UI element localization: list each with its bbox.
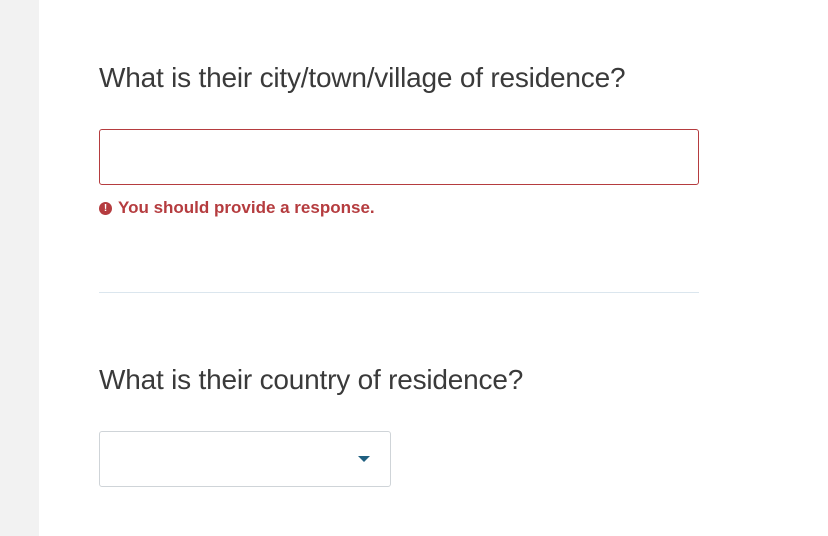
left-gutter — [0, 0, 39, 536]
city-question-label: What is their city/town/village of resid… — [99, 62, 626, 93]
exclamation-circle-icon: ! — [99, 201, 112, 215]
page: What is their city/town/village of resid… — [0, 0, 828, 536]
country-question-label: What is their country of residence? — [99, 364, 524, 395]
caret-down-icon[interactable] — [358, 456, 370, 462]
city-error-text: You should provide a response. — [118, 198, 375, 217]
section-divider — [99, 292, 699, 293]
country-select[interactable] — [99, 431, 391, 487]
city-error-message: ! You should provide a response. — [99, 198, 375, 218]
city-input[interactable] — [99, 129, 699, 185]
